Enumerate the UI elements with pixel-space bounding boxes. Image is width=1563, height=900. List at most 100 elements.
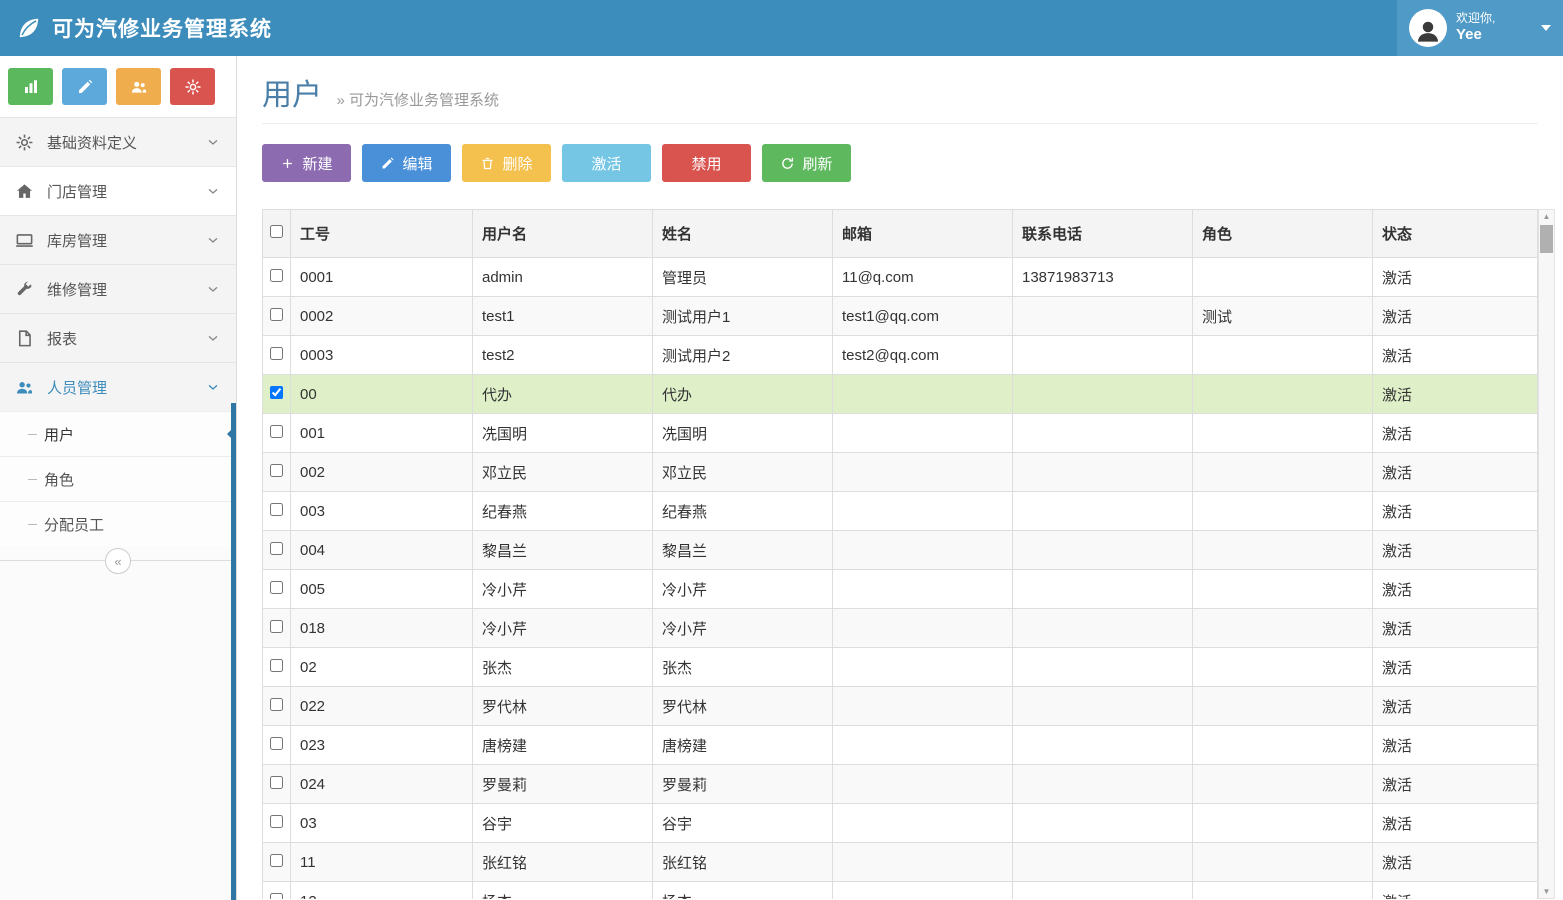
cell-select [263, 843, 291, 882]
shortcut-users-button[interactable] [116, 68, 161, 105]
row-checkbox[interactable] [270, 776, 283, 789]
table-row[interactable]: 02张杰张杰激活 [263, 648, 1538, 687]
cell-name: 张杰 [653, 648, 833, 687]
sidebar-item-warehouse[interactable]: 库房管理 [0, 215, 236, 264]
scrollbar-thumb[interactable] [1540, 225, 1553, 253]
row-checkbox[interactable] [270, 581, 283, 594]
column-header-email: 邮箱 [833, 210, 1013, 258]
row-checkbox[interactable] [270, 542, 283, 555]
table-row[interactable]: 024罗曼莉罗曼莉激活 [263, 765, 1538, 804]
row-checkbox[interactable] [270, 269, 283, 282]
submenu-label: 角色 [44, 469, 74, 490]
activate-button[interactable]: 激活 [562, 144, 651, 182]
sidebar-subitem-roles[interactable]: 角色 [0, 456, 236, 501]
cell-name: 冷小芹 [653, 609, 833, 648]
cell-id: 023 [291, 726, 473, 765]
cell-email [833, 570, 1013, 609]
cell-select [263, 375, 291, 414]
leaf-icon [16, 15, 42, 41]
refresh-button[interactable]: 刷新 [762, 144, 851, 182]
table-row[interactable]: 001冼国明冼国明激活 [263, 414, 1538, 453]
cell-name: 邓立民 [653, 453, 833, 492]
row-checkbox[interactable] [270, 815, 283, 828]
cell-status: 激活 [1373, 609, 1538, 648]
cell-status: 激活 [1373, 492, 1538, 531]
scrollbar-up-arrow[interactable]: ▲ [1543, 210, 1551, 223]
cell-status: 激活 [1373, 531, 1538, 570]
row-checkbox[interactable] [270, 503, 283, 516]
scrollbar-down-arrow[interactable]: ▼ [1543, 885, 1551, 898]
table-row[interactable]: 003纪春燕纪春燕激活 [263, 492, 1538, 531]
row-checkbox[interactable] [270, 308, 283, 321]
edit-button[interactable]: 编辑 [362, 144, 451, 182]
row-checkbox[interactable] [270, 386, 283, 399]
cell-phone [1013, 882, 1193, 900]
table-row[interactable]: 0002test1测试用户1test1@qq.com测试激活 [263, 297, 1538, 336]
sidebar-item-personnel[interactable]: 人员管理 [0, 362, 236, 411]
page-title: 用户 [262, 79, 322, 112]
sidebar-collapse-button[interactable]: « [105, 548, 131, 574]
user-menu[interactable]: 欢迎你, Yee [1397, 0, 1563, 56]
row-checkbox[interactable] [270, 425, 283, 438]
table-row[interactable]: 0001admin管理员11@q.com13871983713激活 [263, 258, 1538, 297]
table-row[interactable]: 00代办代办激活 [263, 375, 1538, 414]
menu-label: 维修管理 [47, 279, 107, 300]
table-row[interactable]: 03谷宇谷宇激活 [263, 804, 1538, 843]
cell-status: 激活 [1373, 258, 1538, 297]
page-header: 用户 » 可为汽修业务管理系统 [262, 56, 1538, 124]
row-checkbox[interactable] [270, 464, 283, 477]
home-icon [15, 182, 34, 201]
cell-name: 管理员 [653, 258, 833, 297]
cell-select [263, 648, 291, 687]
shortcut-chart-button[interactable] [8, 68, 53, 105]
row-checkbox[interactable] [270, 347, 283, 360]
active-section-accent [231, 403, 236, 900]
table-row[interactable]: 12杨杰杨杰激活 [263, 882, 1538, 900]
row-checkbox[interactable] [270, 893, 283, 900]
disable-button[interactable]: 禁用 [662, 144, 751, 182]
table-row[interactable]: 002邓立民邓立民激活 [263, 453, 1538, 492]
person-icon [1413, 16, 1443, 46]
cell-username: 代办 [473, 375, 653, 414]
row-checkbox[interactable] [270, 659, 283, 672]
table-row[interactable]: 11张红铭张红铭激活 [263, 843, 1538, 882]
cell-select [263, 453, 291, 492]
cell-username: 唐榜建 [473, 726, 653, 765]
table-row[interactable]: 018冷小芹冷小芹激活 [263, 609, 1538, 648]
submenu-label: 分配员工 [44, 514, 104, 535]
shortcut-settings-button[interactable] [170, 68, 215, 105]
cell-status: 激活 [1373, 804, 1538, 843]
cell-id: 018 [291, 609, 473, 648]
sidebar-item-repair[interactable]: 维修管理 [0, 264, 236, 313]
row-checkbox[interactable] [270, 854, 283, 867]
shortcut-edit-button[interactable] [62, 68, 107, 105]
cell-username: 冷小芹 [473, 570, 653, 609]
table-row[interactable]: 0003test2测试用户2test2@qq.com激活 [263, 336, 1538, 375]
select-all-checkbox[interactable] [270, 225, 283, 238]
table-scrollbar[interactable]: ▲ ▼ [1538, 209, 1555, 899]
main-content: 用户 » 可为汽修业务管理系统 新建 编辑 删除 激活 禁用 刷新 工号用户名姓… [237, 56, 1563, 900]
sidebar-item-stores[interactable]: 门店管理 [0, 166, 236, 215]
table-row[interactable]: 005冷小芹冷小芹激活 [263, 570, 1538, 609]
sidebar-subitem-assign-staff[interactable]: 分配员工 [0, 501, 236, 546]
table-row[interactable]: 004黎昌兰黎昌兰激活 [263, 531, 1538, 570]
new-button[interactable]: 新建 [262, 144, 351, 182]
cell-role [1193, 726, 1373, 765]
table-row[interactable]: 023唐榜建唐榜建激活 [263, 726, 1538, 765]
cell-name: 代办 [653, 375, 833, 414]
sidebar-subitem-users[interactable]: 用户 [0, 411, 236, 456]
cell-id: 11 [291, 843, 473, 882]
row-checkbox[interactable] [270, 698, 283, 711]
table-row[interactable]: 022罗代林罗代林激活 [263, 687, 1538, 726]
sidebar-item-reports[interactable]: 报表 [0, 313, 236, 362]
cell-id: 0003 [291, 336, 473, 375]
row-checkbox[interactable] [270, 620, 283, 633]
row-checkbox[interactable] [270, 737, 283, 750]
cell-role [1193, 804, 1373, 843]
delete-button[interactable]: 删除 [462, 144, 551, 182]
cell-email [833, 765, 1013, 804]
cell-id: 022 [291, 687, 473, 726]
menu-label: 人员管理 [47, 377, 107, 398]
app-title: 可为汽修业务管理系统 [52, 13, 272, 43]
sidebar-item-basic-data[interactable]: 基础资料定义 [0, 117, 236, 166]
